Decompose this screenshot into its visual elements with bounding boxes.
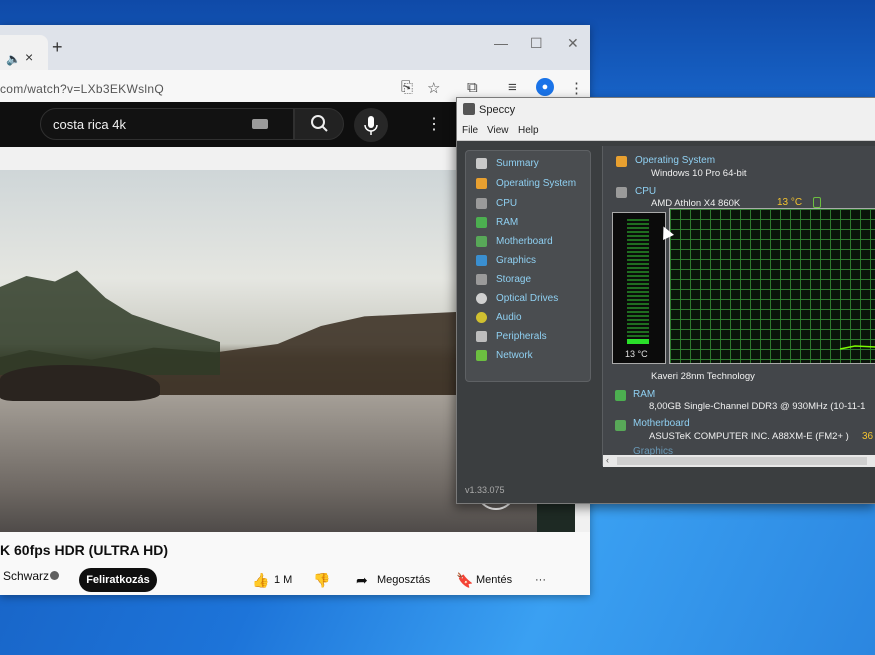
save-icon[interactable]: 🔖 xyxy=(456,572,473,589)
os-title: Operating System xyxy=(635,155,716,166)
microphone-button[interactable] xyxy=(354,108,388,142)
motherboard-icon xyxy=(615,420,626,431)
version-label: v1.33.075 xyxy=(465,485,505,495)
profile-icon[interactable]: ● xyxy=(536,78,554,96)
video-info: K 60fps HDR (ULTRA HD) Schwarz Feliratko… xyxy=(0,532,590,595)
nav-label: Summary xyxy=(496,158,539,169)
menu-help[interactable]: Help xyxy=(518,125,539,136)
nav-label: Motherboard xyxy=(496,236,553,247)
cpu-usage-line xyxy=(839,345,875,350)
nav-label: RAM xyxy=(496,217,519,228)
scrollbar-thumb[interactable] xyxy=(617,457,867,465)
cpu-usage-graph xyxy=(669,208,875,364)
nav-label: CPU xyxy=(496,198,518,209)
motherboard-value: ASUSTeK COMPUTER INC. A88XM-E (FM2+ ) xyxy=(649,431,849,442)
speaker-icon[interactable]: 🔈 xyxy=(6,52,21,66)
playlist-icon[interactable]: ≡ xyxy=(508,79,517,96)
verified-icon xyxy=(50,571,59,580)
active-tab[interactable]: 🔈 × xyxy=(0,35,48,70)
share-button[interactable]: Megosztás xyxy=(377,574,430,586)
more-actions-button[interactable]: ··· xyxy=(535,574,546,586)
windows-icon xyxy=(616,156,627,167)
speccy-summary-panel: Operating System Windows 10 Pro 64-bit C… xyxy=(602,146,875,467)
nav-label: Graphics xyxy=(496,255,537,266)
video-title: K 60fps HDR (ULTRA HD) xyxy=(0,542,168,558)
like-count[interactable]: 1 M xyxy=(274,574,292,586)
microphone-icon xyxy=(364,116,378,135)
new-tab-button[interactable]: + xyxy=(52,37,63,58)
network-icon xyxy=(476,350,487,361)
nav-label: Storage xyxy=(496,274,532,285)
search-button[interactable] xyxy=(294,108,344,140)
cpu-title: CPU xyxy=(635,186,657,197)
cpu-technology: Kaveri 28nm Technology xyxy=(651,371,755,382)
ram-value: 8,00GB Single-Channel DDR3 @ 930MHz (10-… xyxy=(649,401,866,412)
close-window-button[interactable]: ✕ xyxy=(567,35,579,52)
cpu-temp-graph: 13 °C xyxy=(612,212,666,364)
cpu-temperature: 13 °C xyxy=(777,197,803,208)
nav-label: Peripherals xyxy=(496,331,547,342)
speccy-nav-panel: Summary Operating System CPU RAM Motherb… xyxy=(465,150,591,382)
share-arrow-icon[interactable]: ➦ xyxy=(356,572,368,589)
nav-label: Optical Drives xyxy=(496,293,559,304)
url-text[interactable]: com/watch?v=LXb3EKWslnQ xyxy=(0,82,164,96)
os-value: Windows 10 Pro 64-bit xyxy=(651,168,747,179)
more-icon[interactable]: ⋮ xyxy=(426,114,442,134)
minimize-button[interactable]: — xyxy=(494,35,508,51)
search-icon xyxy=(311,115,328,132)
speccy-titlebar: Speccy xyxy=(457,98,875,122)
windows-icon xyxy=(476,178,487,189)
scroll-left-icon[interactable]: ‹ xyxy=(606,455,609,465)
cpu-icon xyxy=(476,198,487,209)
motherboard-temperature: 36 xyxy=(862,431,874,442)
ram-title: RAM xyxy=(633,389,656,400)
menu-view[interactable]: View xyxy=(487,125,509,136)
motherboard-title: Motherboard xyxy=(633,418,690,429)
nav-label: Operating System xyxy=(496,178,577,189)
share-icon[interactable]: ⎘ xyxy=(401,79,413,96)
graph-temperature: 13 °C xyxy=(625,349,648,359)
audio-icon xyxy=(476,312,487,323)
ram-icon xyxy=(476,217,487,228)
save-button[interactable]: Mentés xyxy=(476,574,512,586)
nav-label: Audio xyxy=(496,312,522,323)
horizontal-scrollbar[interactable]: ‹ xyxy=(603,455,875,467)
thermometer-icon[interactable] xyxy=(813,197,821,208)
close-tab-icon[interactable]: × xyxy=(25,49,33,65)
speccy-window: Speccy File View Help Summary Operating … xyxy=(456,97,875,504)
motherboard-icon xyxy=(476,236,487,247)
like-icon[interactable]: 👍 xyxy=(252,572,269,589)
menu-icon[interactable]: ⋮ xyxy=(569,79,584,97)
tab-bar: 🔈 × + — ☐ ✕ xyxy=(0,25,590,70)
channel-name[interactable]: Schwarz xyxy=(3,569,49,583)
ram-icon xyxy=(615,390,626,401)
optical-drive-icon xyxy=(476,293,487,304)
nav-label: Network xyxy=(496,350,533,361)
storage-icon xyxy=(476,274,487,285)
extensions-icon[interactable]: ⧉ xyxy=(467,79,478,96)
menu-file[interactable]: File xyxy=(462,125,478,136)
subscribe-button[interactable]: Feliratkozás xyxy=(79,568,157,592)
summary-icon xyxy=(476,158,487,169)
graphics-icon xyxy=(476,255,487,266)
cpu-temp-bar-fill xyxy=(627,339,649,344)
speccy-menubar: File View Help xyxy=(457,122,875,141)
keyboard-icon[interactable] xyxy=(252,119,268,129)
cpu-temp-bar-track xyxy=(627,219,649,344)
peripherals-icon xyxy=(476,331,487,342)
maximize-button[interactable]: ☐ xyxy=(530,35,543,52)
dislike-icon[interactable]: 👎 xyxy=(313,572,330,589)
speccy-logo-icon xyxy=(463,103,475,115)
cpu-icon xyxy=(616,187,627,198)
star-icon[interactable]: ☆ xyxy=(427,79,440,97)
speccy-title: Speccy xyxy=(479,104,516,116)
video-scene-trees xyxy=(0,270,220,375)
